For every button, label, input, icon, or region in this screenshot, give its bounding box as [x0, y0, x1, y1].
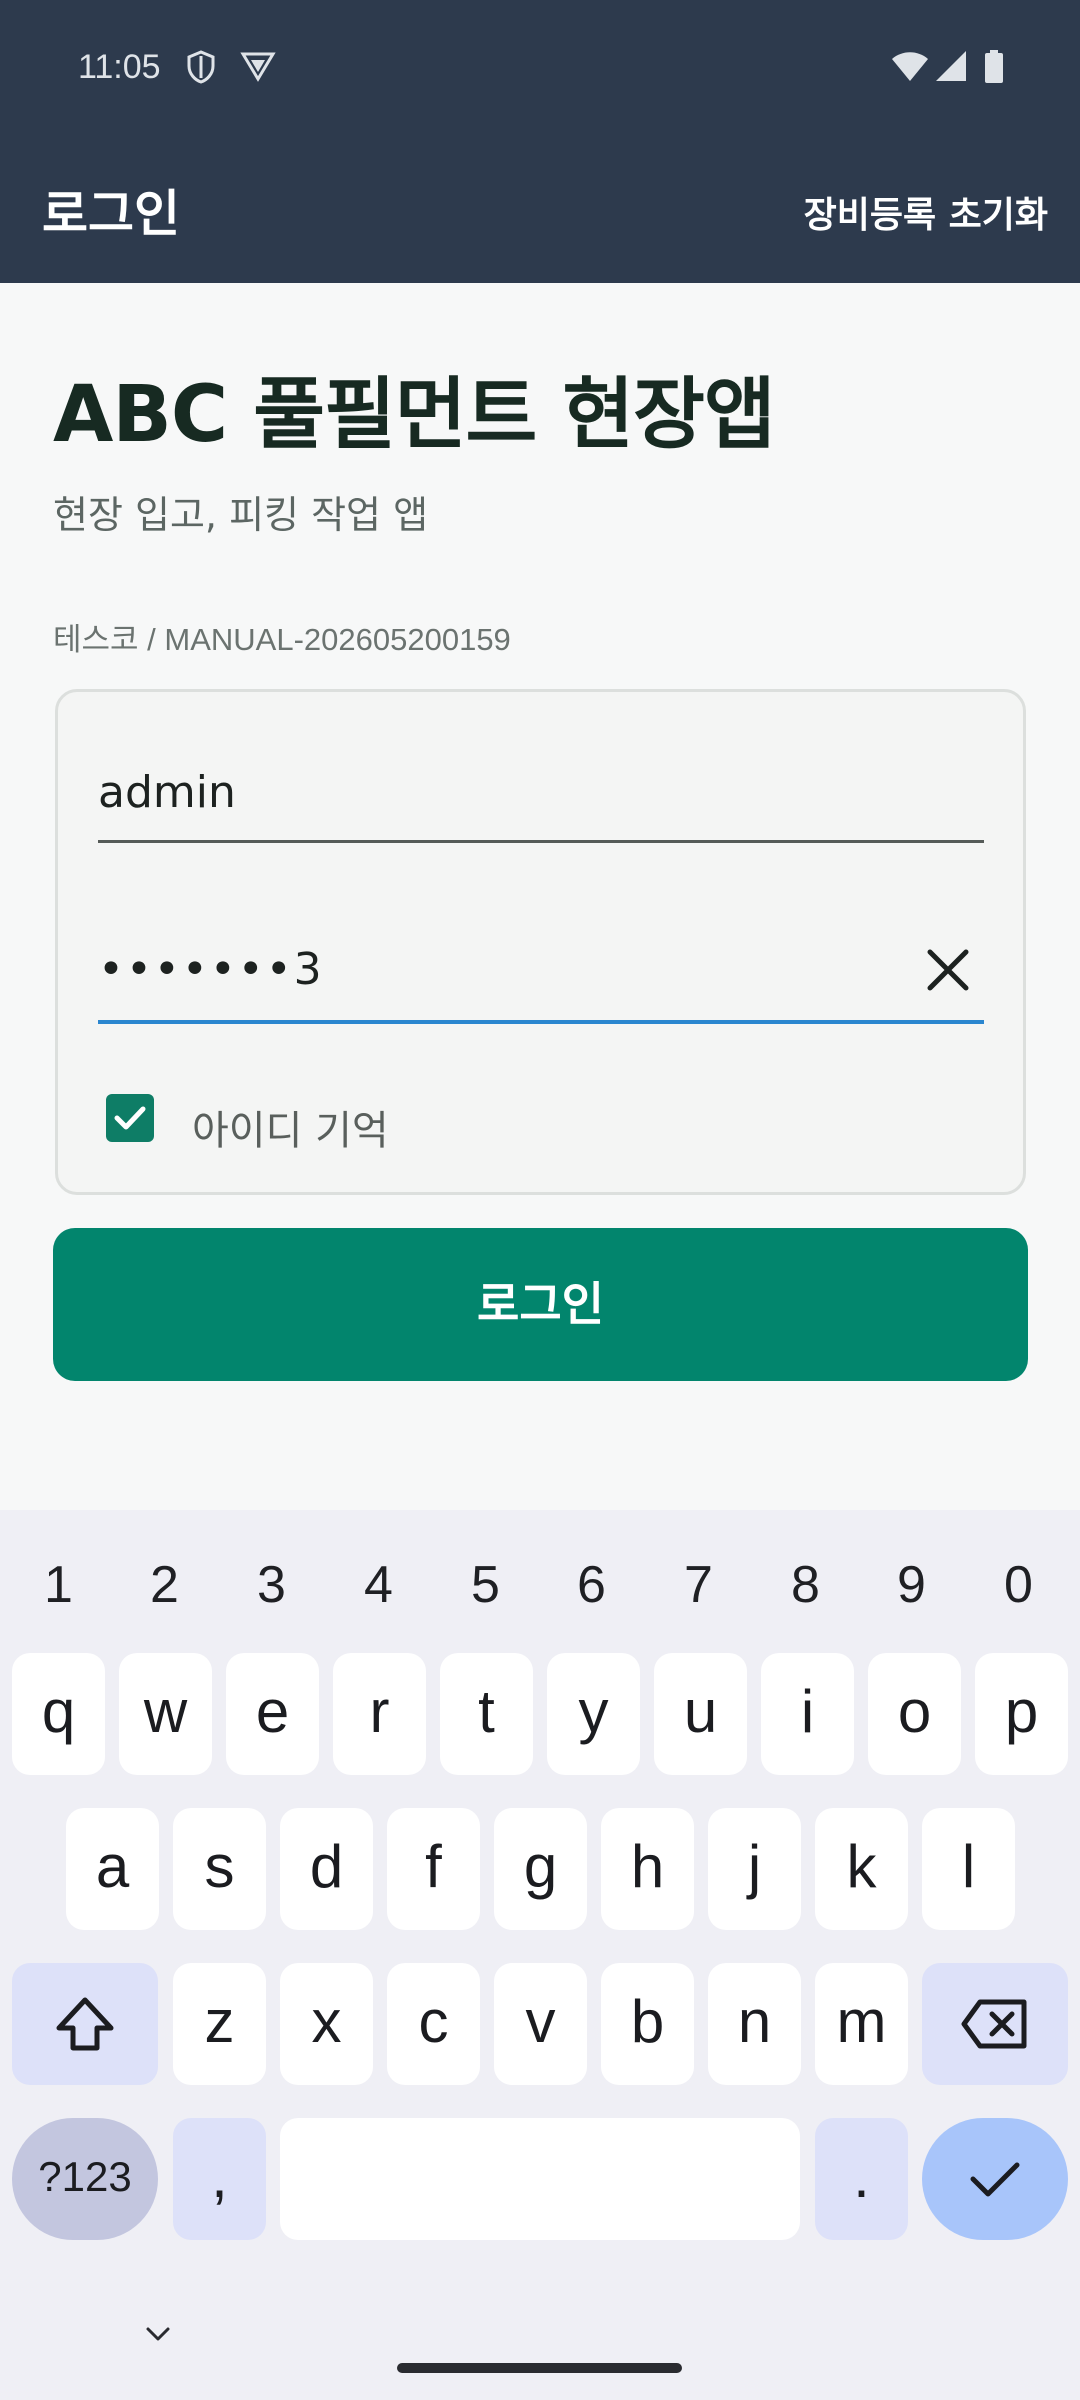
login-button[interactable]: 로그인: [53, 1228, 1028, 1381]
key-5[interactable]: 5: [432, 1540, 539, 1630]
key-n[interactable]: n: [708, 1963, 801, 2085]
signal-icon: [934, 50, 968, 86]
soft-keyboard: 1 2 3 4 5 6 7 8 9 0 q w e r t y u i o p …: [0, 1510, 1080, 2400]
key-0[interactable]: 0: [965, 1540, 1072, 1630]
app-headline: ABC 풀필먼트 현장앱: [53, 370, 776, 460]
key-6[interactable]: 6: [538, 1540, 645, 1630]
shift-icon: [56, 1997, 114, 2051]
key-l[interactable]: l: [922, 1808, 1015, 1930]
app-subtitle: 현장 입고, 피킹 작업 앱: [53, 493, 429, 537]
key-u[interactable]: u: [654, 1653, 747, 1775]
enter-key[interactable]: [922, 2118, 1068, 2240]
password-value[interactable]: •••••••3: [98, 944, 324, 995]
key-a[interactable]: a: [66, 1808, 159, 1930]
comma-key[interactable]: ,: [173, 2118, 266, 2240]
key-c[interactable]: c: [387, 1963, 480, 2085]
key-2[interactable]: 2: [111, 1540, 218, 1630]
backspace-key[interactable]: [922, 1963, 1068, 2085]
battery-icon: [984, 50, 1004, 88]
status-time: 11:05: [78, 48, 161, 86]
check-icon: [970, 2162, 1020, 2197]
symbols-key[interactable]: ?123: [12, 2118, 158, 2240]
key-x[interactable]: x: [280, 1963, 373, 2085]
checkbox-checked-icon[interactable]: [106, 1094, 154, 1142]
key-8[interactable]: 8: [752, 1540, 859, 1630]
home-indicator[interactable]: [397, 2363, 682, 2373]
key-4[interactable]: 4: [325, 1540, 432, 1630]
key-9[interactable]: 9: [858, 1540, 965, 1630]
login-button-label: 로그인: [477, 1278, 604, 1330]
key-q[interactable]: q: [12, 1653, 105, 1775]
app-bar: 로그인 장비등록 초기화: [0, 130, 1080, 283]
key-b[interactable]: b: [601, 1963, 694, 2085]
key-o[interactable]: o: [868, 1653, 961, 1775]
reset-device-button[interactable]: 장비등록 초기화: [804, 186, 1048, 238]
shield-icon: [186, 50, 216, 88]
key-i[interactable]: i: [761, 1653, 854, 1775]
key-p[interactable]: p: [975, 1653, 1068, 1775]
key-s[interactable]: s: [173, 1808, 266, 1930]
status-bar: 11:05: [0, 0, 1080, 130]
key-3[interactable]: 3: [218, 1540, 325, 1630]
password-field[interactable]: •••••••3: [98, 920, 984, 1024]
wifi-icon: [890, 50, 930, 86]
key-d[interactable]: d: [280, 1808, 373, 1930]
device-info: 테스코 / MANUAL-202605200159: [53, 622, 511, 657]
key-m[interactable]: m: [815, 1963, 908, 2085]
key-t[interactable]: t: [440, 1653, 533, 1775]
number-row: 1 2 3 4 5 6 7 8 9 0: [0, 1540, 1080, 1630]
key-g[interactable]: g: [494, 1808, 587, 1930]
key-z[interactable]: z: [173, 1963, 266, 2085]
key-f[interactable]: f: [387, 1808, 480, 1930]
key-w[interactable]: w: [119, 1653, 212, 1775]
key-1[interactable]: 1: [5, 1540, 112, 1630]
username-field[interactable]: admin: [98, 745, 984, 843]
chevron-down-icon[interactable]: [144, 2320, 172, 2348]
key-j[interactable]: j: [708, 1808, 801, 1930]
backspace-icon: [961, 1999, 1027, 2049]
page-title: 로그인: [42, 185, 180, 243]
period-key[interactable]: .: [815, 2118, 908, 2240]
key-r[interactable]: r: [333, 1653, 426, 1775]
space-key[interactable]: [280, 2118, 800, 2240]
vpn-icon: [240, 50, 276, 86]
key-v[interactable]: v: [494, 1963, 587, 2085]
remember-id-label: 아이디 기억: [192, 1108, 389, 1154]
key-h[interactable]: h: [601, 1808, 694, 1930]
key-7[interactable]: 7: [645, 1540, 752, 1630]
key-y[interactable]: y: [547, 1653, 640, 1775]
key-e[interactable]: e: [226, 1653, 319, 1775]
close-icon[interactable]: [920, 942, 976, 998]
username-value[interactable]: admin: [98, 767, 236, 818]
shift-key[interactable]: [12, 1963, 158, 2085]
key-k[interactable]: k: [815, 1808, 908, 1930]
